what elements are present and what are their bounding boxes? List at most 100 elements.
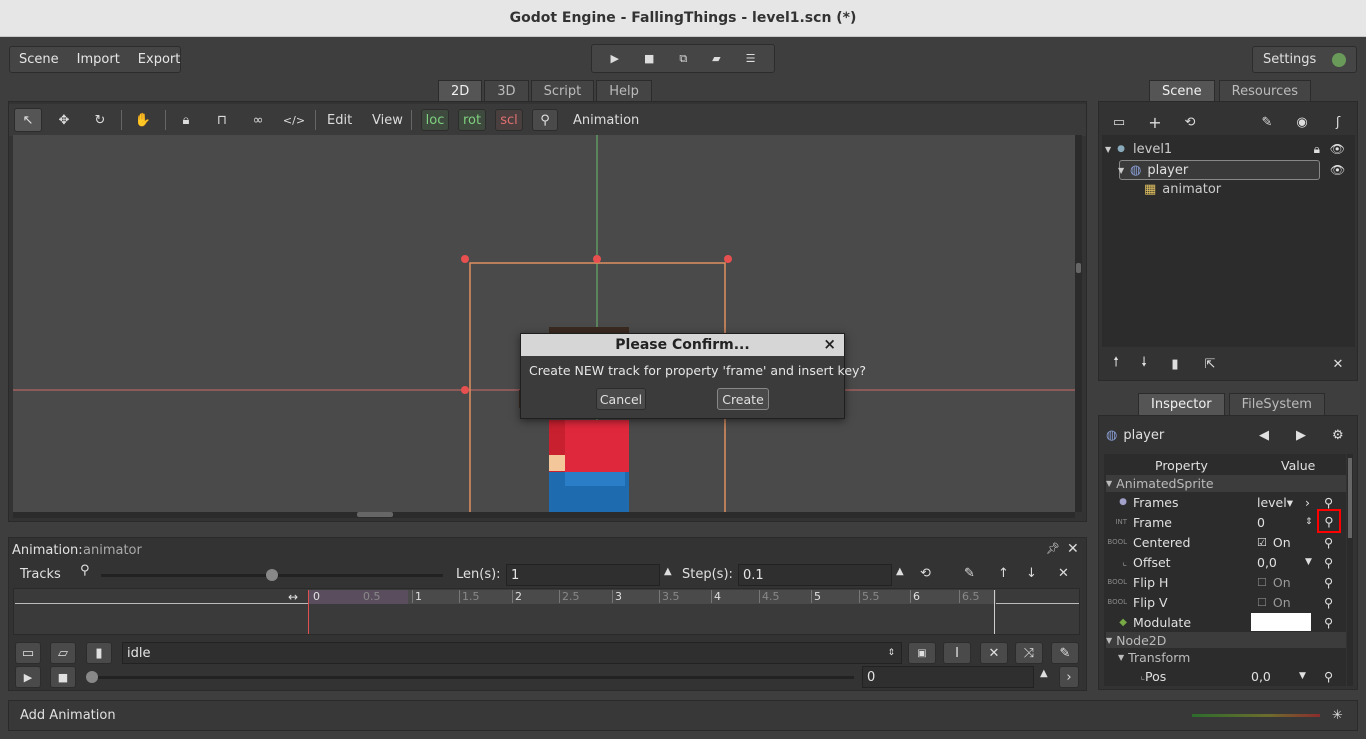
menu-scene[interactable]: Scene bbox=[10, 52, 68, 67]
animation-select[interactable]: idle ⇕ bbox=[122, 642, 902, 664]
animation-position-slider[interactable] bbox=[86, 671, 854, 683]
key-icon[interactable]: ⚲ bbox=[1324, 535, 1333, 550]
key-icon[interactable]: ⚲ bbox=[1324, 669, 1333, 684]
length-stepper-icon[interactable]: ▲ bbox=[664, 566, 672, 577]
close-panel-icon[interactable]: ✕ bbox=[1067, 541, 1079, 557]
group-icon[interactable]: ∞ bbox=[244, 108, 272, 132]
position-stepper-icon[interactable]: ▲ bbox=[1040, 668, 1048, 679]
tab-inspector[interactable]: Inspector bbox=[1138, 393, 1225, 415]
checkbox-unchecked-icon[interactable]: ☐ bbox=[1257, 576, 1267, 589]
duplicate-icon[interactable]: ▮ bbox=[1166, 355, 1184, 373]
stop-animation-icon[interactable]: ■ bbox=[50, 666, 76, 688]
key-icon[interactable]: ⚲ bbox=[1324, 615, 1333, 630]
loop-icon[interactable]: ⟲ bbox=[920, 566, 931, 581]
position-slider-grabber[interactable] bbox=[86, 671, 98, 683]
menu-export[interactable]: Export bbox=[129, 52, 190, 67]
canvas-viewport[interactable] bbox=[13, 135, 1075, 512]
key-icon-highlighted[interactable]: ⚲ bbox=[1317, 509, 1341, 533]
zoom-slider-grabber[interactable] bbox=[266, 569, 278, 581]
length-input[interactable]: 1 bbox=[506, 564, 660, 586]
remove-track-icon[interactable]: ✕ bbox=[1058, 566, 1069, 581]
chevron-down-icon[interactable]: ▼ bbox=[1305, 557, 1312, 567]
groups-icon[interactable]: ◉ bbox=[1292, 112, 1312, 132]
script-icon[interactable]: ʃ bbox=[1328, 112, 1348, 132]
modulate-color-swatch[interactable] bbox=[1251, 613, 1311, 631]
chevron-right-icon[interactable]: › bbox=[1305, 495, 1310, 510]
load-animation-icon[interactable]: ▱ bbox=[50, 642, 76, 664]
menu-import[interactable]: Import bbox=[68, 52, 129, 67]
autoplay-icon[interactable]: ▣ bbox=[908, 642, 936, 664]
key-icon[interactable]: ⚲ bbox=[1324, 555, 1333, 570]
property-flip-v[interactable]: BOOL Flip V ☐ On ⚲ bbox=[1105, 592, 1343, 612]
tab-script[interactable]: Script bbox=[530, 80, 595, 102]
track-up-icon[interactable]: ↑ bbox=[998, 566, 1009, 581]
edit-menu[interactable]: Edit bbox=[327, 108, 352, 132]
step-stepper-icon[interactable]: ▲ bbox=[896, 566, 904, 577]
history-back-icon[interactable]: ◀ bbox=[1259, 428, 1269, 443]
property-pos[interactable]: ⌞ Pos 0,0 ▼ ⚲ bbox=[1105, 666, 1343, 686]
key-icon[interactable]: ⚲ bbox=[1324, 595, 1333, 610]
view-menu[interactable]: View bbox=[372, 108, 403, 132]
tab-help[interactable]: Help bbox=[596, 80, 652, 102]
tab-filesystem[interactable]: FileSystem bbox=[1228, 393, 1325, 415]
section-transform[interactable]: ▼ Transform bbox=[1118, 649, 1346, 665]
section-node2d[interactable]: ▼ Node2D bbox=[1106, 632, 1346, 648]
tree-item-animator[interactable]: ▦ animator bbox=[1144, 180, 1344, 198]
rotate-tool-icon[interactable]: ↻ bbox=[86, 108, 114, 132]
property-frame[interactable]: INT Frame 0 ⇕ ⚲ bbox=[1105, 509, 1343, 533]
property-centered[interactable]: BOOL Centered ☑ On ⚲ bbox=[1105, 532, 1343, 552]
tab-scene[interactable]: Scene bbox=[1149, 80, 1215, 102]
blend-icon[interactable]: ⤨ bbox=[1015, 642, 1043, 664]
lock-icon[interactable]: 🔒︎ bbox=[1314, 142, 1320, 157]
vscroll-grabber[interactable] bbox=[1076, 263, 1081, 273]
instance-icon[interactable]: ⟲ bbox=[1180, 112, 1200, 132]
loc-toggle[interactable]: loc bbox=[421, 109, 449, 131]
inspector-scroll-grabber[interactable] bbox=[1348, 458, 1352, 538]
settings-button[interactable]: Settings bbox=[1252, 46, 1357, 73]
move-down-icon[interactable]: 🠗 bbox=[1135, 355, 1153, 373]
duplicate-animation-icon[interactable]: ▮ bbox=[86, 642, 112, 664]
inspector-scrollbar[interactable] bbox=[1347, 454, 1353, 686]
rename-animation-icon[interactable]: I bbox=[943, 642, 971, 664]
close-icon[interactable]: × bbox=[823, 335, 836, 353]
section-animatedsprite[interactable]: ▼ AnimatedSprite bbox=[1106, 475, 1346, 492]
tab-3d[interactable]: 3D bbox=[484, 80, 529, 102]
rot-toggle[interactable]: rot bbox=[458, 109, 486, 131]
lock-icon[interactable]: 🔒︎ bbox=[172, 108, 200, 132]
new-scene-icon[interactable]: ▭ bbox=[1109, 112, 1129, 132]
unlock-icon[interactable]: ⊓ bbox=[208, 108, 236, 132]
new-animation-icon[interactable]: ▭ bbox=[15, 642, 41, 664]
add-node-icon[interactable]: + bbox=[1145, 112, 1165, 132]
visibility-icon[interactable]: 👁︎ bbox=[1330, 163, 1345, 177]
visibility-icon[interactable]: 👁︎ bbox=[1330, 142, 1345, 156]
pin-icon[interactable]: 📌︎ bbox=[1046, 542, 1060, 555]
gear-icon[interactable]: ⚙ bbox=[1332, 428, 1344, 443]
track-down-icon[interactable]: ↓ bbox=[1026, 566, 1037, 581]
checkbox-checked-icon[interactable]: ☑ bbox=[1257, 536, 1267, 549]
property-flip-h[interactable]: BOOL Flip H ☐ On ⚲ bbox=[1105, 572, 1343, 592]
key-icon[interactable]: ⚲ bbox=[1324, 495, 1333, 510]
viewport-vscrollbar[interactable] bbox=[1075, 135, 1082, 512]
property-modulate[interactable]: ◆ Modulate ⚲ bbox=[1105, 612, 1343, 632]
expand-icon[interactable]: ↔ bbox=[288, 590, 298, 604]
play-icon[interactable]: ▶ bbox=[610, 52, 618, 65]
edit-animation-icon[interactable]: ✎ bbox=[1051, 642, 1079, 664]
remove-animation-icon[interactable]: ✕ bbox=[980, 642, 1008, 664]
property-value[interactable]: level▾ bbox=[1257, 495, 1303, 510]
select-tool-icon[interactable]: ↖ bbox=[14, 108, 42, 132]
move-up-icon[interactable]: 🠕 bbox=[1107, 355, 1125, 373]
tab-2d[interactable]: 2D bbox=[438, 80, 483, 102]
hscroll-grabber[interactable] bbox=[357, 512, 393, 517]
property-frames[interactable]: ● Frames level▾ › ⚲ bbox=[1105, 492, 1343, 512]
reparent-icon[interactable]: ⇱ bbox=[1201, 355, 1219, 373]
add-animation-button[interactable]: Add Animation bbox=[20, 708, 116, 723]
key-icon[interactable]: ⚲ bbox=[1324, 575, 1333, 590]
chevron-down-icon[interactable]: ▼ bbox=[1299, 671, 1306, 681]
tree-item-level1[interactable]: ▼ ● level1 🔒︎ 👁︎ bbox=[1105, 140, 1350, 158]
property-offset[interactable]: ⌞ Offset 0,0 ▼ ⚲ bbox=[1105, 552, 1343, 572]
position-input[interactable]: 0 bbox=[862, 666, 1034, 688]
history-forward-icon[interactable]: ▶ bbox=[1296, 428, 1306, 443]
insert-key-icon[interactable]: ⚲ bbox=[532, 109, 558, 131]
play-animation-icon[interactable]: ▶ bbox=[15, 666, 41, 688]
play-custom-icon[interactable]: ▰ bbox=[712, 52, 720, 65]
